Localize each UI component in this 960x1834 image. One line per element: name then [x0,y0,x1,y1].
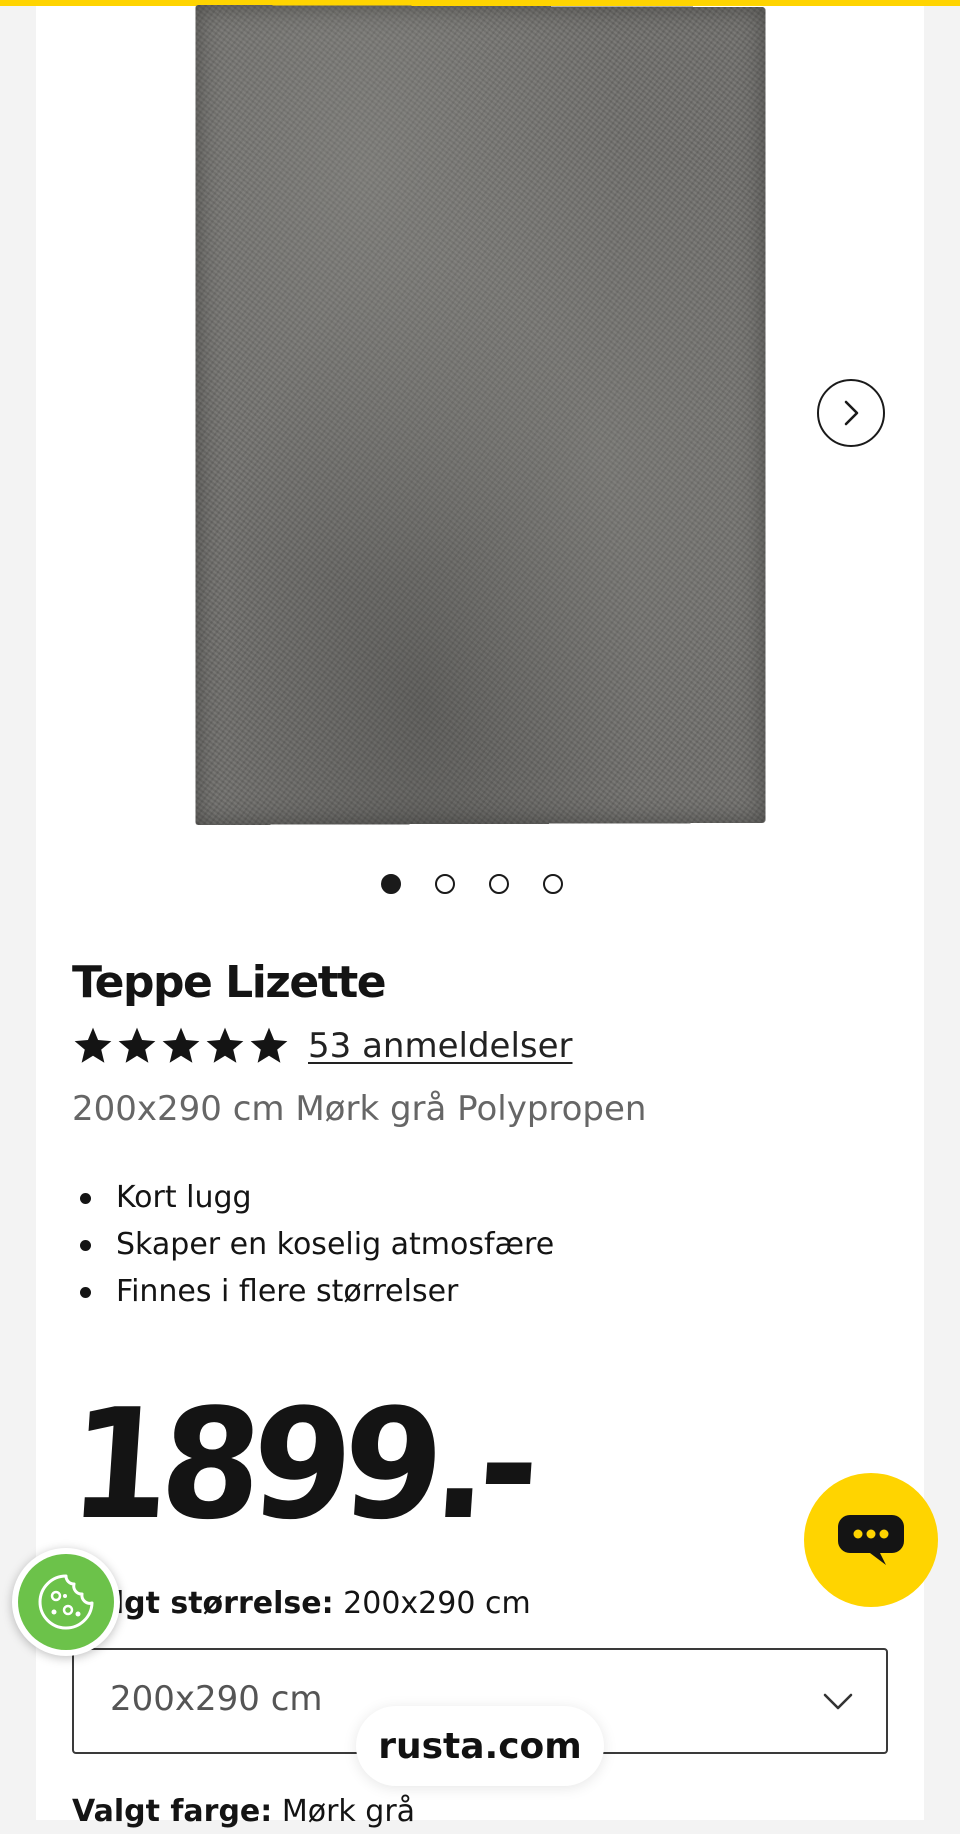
product-subtitle: 200x290 cm Mørk grå Polypropen [72,1089,647,1129]
gallery-dot-3[interactable] [489,874,509,894]
selected-color-label: Valgt farge: Mørk grå [72,1790,415,1834]
size-select-value: 200x290 cm [110,1679,323,1719]
gallery-next-button[interactable] [817,379,885,447]
star-icon [162,1027,200,1063]
star-icon [250,1027,288,1063]
domain-label: rusta.com [356,1706,604,1786]
chat-button[interactable] [804,1473,938,1607]
selected-size-value: 200x290 cm [343,1586,531,1621]
chevron-right-icon [844,400,859,426]
gallery-dot-1[interactable] [381,874,401,894]
product-image[interactable] [195,4,766,826]
selected-color-value: Mørk grå [281,1794,416,1829]
rating-stars [72,1025,290,1067]
chat-bubble-icon [838,1515,904,1565]
gallery-pagination [381,872,563,896]
product-price: 1899.- [64,1376,536,1553]
rug-photo [195,4,766,826]
star-icon [118,1027,156,1063]
selected-size-label: Valgt størrelse: 200x290 cm [72,1582,531,1626]
cookie-badge [18,1554,114,1650]
star-icon [74,1027,112,1063]
feature-item: Finnes i flere størrelser [72,1268,554,1315]
feature-item: Skaper en koselig atmosfære [72,1221,554,1268]
selected-color-key: Valgt farge: [72,1794,273,1829]
product-title: Teppe Lizette [72,957,387,1008]
gallery-dot-2[interactable] [435,874,455,894]
rating-row: 53 anmeldelser [72,1022,573,1070]
chevron-down-icon [823,1693,853,1710]
feature-list: Kort lugg Skaper en koselig atmosfære Fi… [72,1174,554,1315]
gallery-dot-4[interactable] [543,874,563,894]
feature-item: Kort lugg [72,1174,554,1221]
cookie-icon [38,1574,94,1630]
reviews-link[interactable]: 53 anmeldelser [308,1026,573,1066]
star-icon [206,1027,244,1063]
cookie-settings-button[interactable] [12,1548,120,1656]
